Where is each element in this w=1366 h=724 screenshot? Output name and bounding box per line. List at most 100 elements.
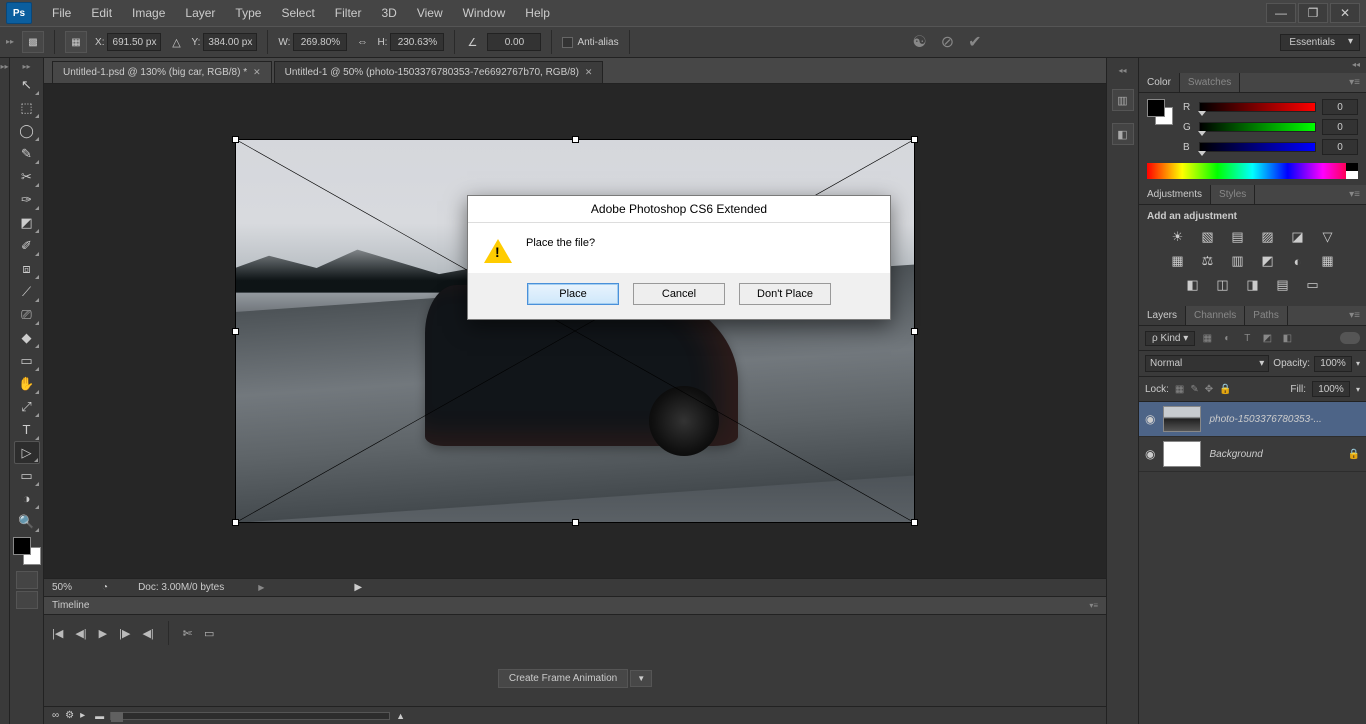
menu-type[interactable]: Type — [225, 2, 271, 24]
reference-point-icon[interactable]: ▦ — [65, 31, 87, 53]
timeline-goto-end-button[interactable]: ◀| — [142, 627, 153, 640]
foreground-color-swatch[interactable] — [13, 537, 31, 555]
options-leading-expand[interactable]: ▸▸ — [6, 37, 14, 46]
left-collapse-gutter[interactable]: ▸▸ — [0, 58, 10, 724]
tool-11[interactable]: ◆ — [14, 326, 40, 349]
timeline-settings-icon[interactable]: ⚙ — [65, 710, 74, 721]
swatches-panel-tab[interactable]: Swatches — [1180, 73, 1240, 92]
adjustment-row2-2-icon[interactable]: ▥ — [1228, 252, 1248, 270]
timeline-panel-tab[interactable]: Timeline ▾≡ — [44, 596, 1106, 614]
menu-help[interactable]: Help — [515, 2, 560, 24]
menu-image[interactable]: Image — [122, 2, 175, 24]
angle-input[interactable] — [487, 33, 541, 51]
tool-0[interactable]: ↖ — [14, 73, 40, 96]
menu-layer[interactable]: Layer — [175, 2, 225, 24]
zoom-level[interactable]: 50% — [52, 582, 72, 593]
menu-3d[interactable]: 3D — [371, 2, 406, 24]
color-swatch-pair[interactable] — [13, 537, 41, 565]
lock-option-1-icon[interactable]: ✎ — [1190, 384, 1198, 395]
tool-5[interactable]: ✑ — [14, 188, 40, 211]
menu-view[interactable]: View — [407, 2, 453, 24]
timeline-play-button[interactable]: ▶ — [99, 627, 107, 640]
document-tab-1[interactable]: Untitled-1 @ 50% (photo-1503376780353-7e… — [274, 61, 604, 83]
layers-panel-tab[interactable]: Layers — [1139, 306, 1186, 325]
w-input[interactable] — [293, 33, 347, 51]
layer-filter-1-icon[interactable]: ◐ — [1219, 330, 1235, 346]
transform-handle-mr[interactable] — [911, 328, 918, 335]
adjustment-row1-2-icon[interactable]: ▤ — [1228, 228, 1248, 246]
adjustment-row3-1-icon[interactable]: ◫ — [1213, 276, 1233, 294]
menu-filter[interactable]: Filter — [325, 2, 372, 24]
transform-handle-bl[interactable] — [232, 519, 239, 526]
canvas-viewport[interactable] — [44, 84, 1106, 578]
adjustment-row2-5-icon[interactable]: ▦ — [1318, 252, 1338, 270]
adjustments-panel-tab[interactable]: Adjustments — [1139, 185, 1211, 204]
layer-visibility-icon[interactable]: ◉ — [1145, 447, 1155, 461]
tool-17[interactable]: ▭ — [14, 464, 40, 487]
layer-row-0[interactable]: ◉photo-1503376780353-... — [1139, 402, 1366, 437]
tool-19[interactable]: 🔍 — [14, 510, 40, 533]
layer-filter-2-icon[interactable]: T — [1239, 330, 1255, 346]
b-slider[interactable] — [1199, 142, 1316, 152]
g-slider[interactable] — [1199, 122, 1316, 132]
adjustment-row2-0-icon[interactable]: ▦ — [1168, 252, 1188, 270]
timeline-zoom-slider[interactable] — [110, 712, 390, 720]
transform-handle-tl[interactable] — [232, 136, 239, 143]
color-spectrum-strip[interactable] — [1147, 163, 1358, 179]
layer-filter-toggle[interactable] — [1340, 332, 1360, 344]
create-frame-animation-dropdown[interactable]: ▼ — [630, 670, 652, 687]
window-close-button[interactable]: ✕ — [1330, 3, 1360, 23]
fill-input[interactable] — [1312, 381, 1350, 397]
dialog-dont-place-button[interactable]: Don't Place — [739, 283, 831, 305]
dialog-place-button[interactable]: Place — [527, 283, 619, 305]
layer-filter-4-icon[interactable]: ◧ — [1279, 330, 1295, 346]
menu-edit[interactable]: Edit — [81, 2, 122, 24]
tool-6[interactable]: ◩ — [14, 211, 40, 234]
timeline-panel-menu-icon[interactable]: ▾≡ — [1089, 601, 1098, 610]
tools-expand[interactable]: ▸▸ — [22, 62, 30, 71]
layer-filter-0-icon[interactable]: ▦ — [1199, 330, 1215, 346]
panel-color-swatch-pair[interactable] — [1147, 99, 1173, 125]
adjustment-row3-0-icon[interactable]: ◧ — [1183, 276, 1203, 294]
adjustment-row3-4-icon[interactable]: ▭ — [1303, 276, 1323, 294]
adjustment-row3-3-icon[interactable]: ▤ — [1273, 276, 1293, 294]
layer-visibility-icon[interactable]: ◉ — [1145, 412, 1155, 426]
tool-1[interactable]: ⬚ — [14, 96, 40, 119]
tool-7[interactable]: ✐ — [14, 234, 40, 257]
doc-status-icon[interactable]: ◔ — [102, 582, 108, 593]
timeline-prev-frame-button[interactable]: ◀| — [75, 627, 86, 640]
lock-option-3-icon[interactable]: 🔒 — [1219, 384, 1231, 395]
layer-filter-3-icon[interactable]: ◩ — [1259, 330, 1275, 346]
tool-16[interactable]: ▷ — [14, 441, 40, 464]
rightdock-expand[interactable]: ◂◂ — [1346, 58, 1366, 71]
timeline-step-icon[interactable]: ▸ — [80, 710, 85, 721]
window-restore-button[interactable]: ❐ — [1298, 3, 1328, 23]
workspace-selector[interactable]: Essentials — [1280, 34, 1360, 51]
paths-panel-tab[interactable]: Paths — [1245, 306, 1288, 325]
tool-14[interactable]: ⤢ — [14, 395, 40, 418]
tool-8[interactable]: ⧈ — [14, 257, 40, 280]
softproof-icon[interactable]: ☯ — [912, 32, 926, 52]
screenmode-toggle[interactable] — [16, 591, 38, 609]
h-input[interactable] — [390, 33, 444, 51]
menu-window[interactable]: Window — [453, 2, 516, 24]
dialog-cancel-button[interactable]: Cancel — [633, 283, 725, 305]
tool-4[interactable]: ✂ — [14, 165, 40, 188]
tool-15[interactable]: T — [14, 418, 40, 441]
adjustment-row1-1-icon[interactable]: ▧ — [1198, 228, 1218, 246]
window-minimize-button[interactable]: — — [1266, 3, 1296, 23]
tool-12[interactable]: ▭ — [14, 349, 40, 372]
commit-transform-icon[interactable]: ✔ — [968, 32, 981, 52]
tool-10[interactable]: ⎚ — [14, 303, 40, 326]
r-slider[interactable] — [1199, 102, 1316, 112]
anti-alias-checkbox[interactable]: Anti-alias — [562, 37, 618, 48]
lock-option-0-icon[interactable]: ▦ — [1175, 384, 1184, 395]
adjustment-row1-3-icon[interactable]: ▨ — [1258, 228, 1278, 246]
minidock-expand[interactable]: ◂◂ — [1118, 66, 1126, 75]
timeline-next-frame-button[interactable]: |▶ — [119, 627, 130, 640]
adjustment-row1-5-icon[interactable]: ▽ — [1318, 228, 1338, 246]
status-menu-arrow[interactable]: ▶ — [258, 583, 264, 592]
document-tab-close-icon[interactable]: ✕ — [253, 67, 261, 78]
timeline-split-icon[interactable]: ▭ — [204, 627, 214, 640]
transform-handle-br[interactable] — [911, 519, 918, 526]
